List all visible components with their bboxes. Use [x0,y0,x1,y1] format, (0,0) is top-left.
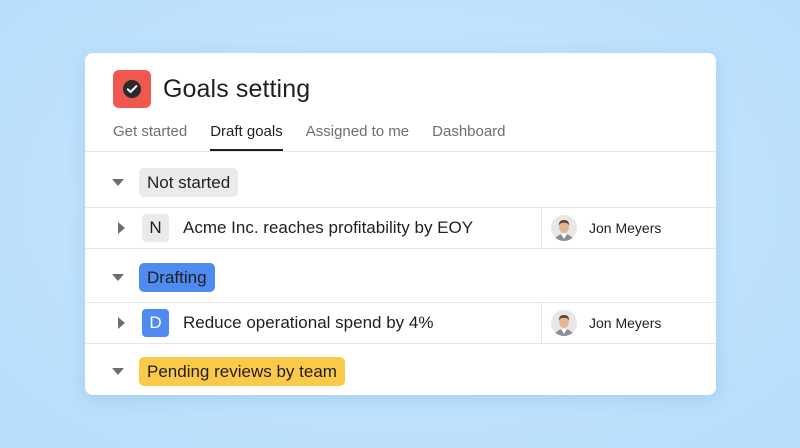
column-divider [541,208,542,248]
tab-dashboard[interactable]: Dashboard [432,123,505,150]
tab-assigned-to-me[interactable]: Assigned to me [306,123,409,150]
page-title: Goals setting [163,74,311,103]
assignee-name: Jon Meyers [589,315,662,331]
tab-bar: Get started Draft goals Assigned to me D… [113,123,529,151]
goal-row[interactable]: N Acme Inc. reaches profitability by EOY… [85,208,716,248]
chevron-down-icon[interactable] [112,273,124,281]
divider [85,343,716,344]
divider [85,151,716,152]
section-label[interactable]: Drafting [139,262,215,292]
assignee-name: Jon Meyers [589,220,662,236]
project-header: Goals setting [113,70,310,108]
avatar [551,215,577,241]
chevron-right-icon[interactable] [118,222,125,234]
check-circle-icon[interactable] [113,70,151,108]
divider [85,248,716,249]
goal-name[interactable]: Reduce operational spend by 4% [183,313,433,333]
assignee[interactable]: Jon Meyers [551,310,661,336]
chevron-right-icon[interactable] [118,317,125,329]
tab-get-started[interactable]: Get started [113,123,187,150]
avatar [551,310,577,336]
goal-letter-badge: N [142,214,169,242]
chevron-down-icon[interactable] [112,178,124,186]
section-label[interactable]: Pending reviews by team [139,356,345,386]
section-drafting: Drafting [85,251,716,303]
section-pending-reviews: Pending reviews by team [85,345,716,395]
section-not-started: Not started [85,156,716,208]
chevron-down-icon[interactable] [112,367,124,375]
tab-draft-goals[interactable]: Draft goals [210,123,283,151]
section-label[interactable]: Not started [139,167,239,197]
assignee[interactable]: Jon Meyers [551,215,661,241]
goals-card: Goals setting Get started Draft goals As… [85,53,716,395]
column-divider [541,303,542,343]
goal-letter-badge: D [142,309,169,337]
goal-row[interactable]: D Reduce operational spend by 4% Jon Mey… [85,303,716,343]
goal-name[interactable]: Acme Inc. reaches profitability by EOY [183,218,473,238]
